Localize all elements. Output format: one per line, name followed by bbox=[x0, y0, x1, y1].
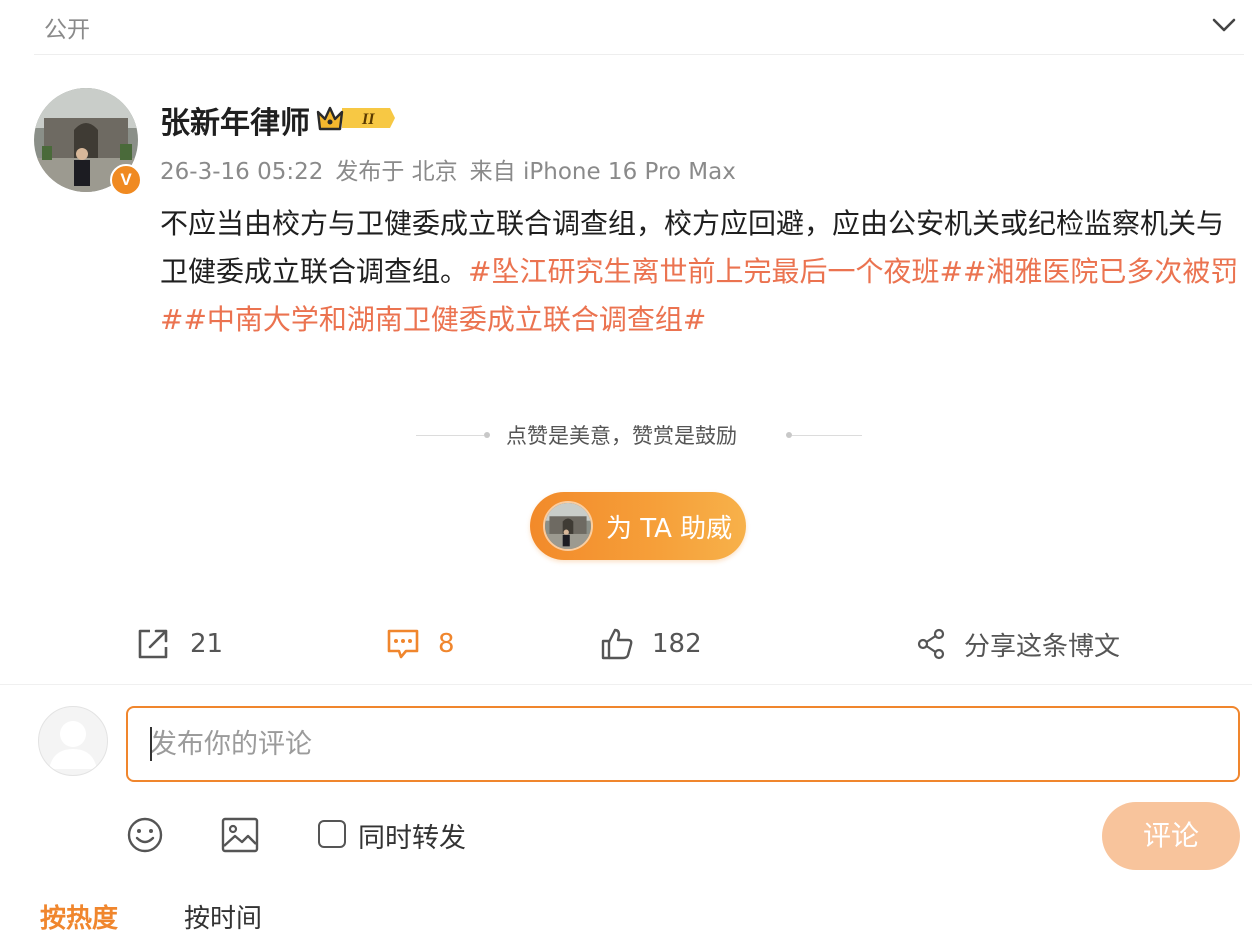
comment-count: 8 bbox=[438, 629, 455, 659]
share-label: 分享这条博文 bbox=[964, 631, 1121, 662]
submit-comment-button[interactable]: 评论 bbox=[1102, 802, 1240, 870]
divider bbox=[34, 54, 1244, 55]
repost-button[interactable]: 21 bbox=[136, 622, 223, 666]
post-meta: 26-3-16 05:22 发布于 北京 来自 iPhone 16 Pro Max bbox=[160, 152, 748, 186]
hashtag-link[interactable]: #坠江研究生离世前上完最后一个夜班# bbox=[468, 255, 963, 288]
thumbs-up-icon bbox=[601, 628, 633, 660]
divider-line bbox=[416, 435, 484, 436]
divider-line bbox=[792, 435, 862, 436]
divider-dot bbox=[484, 432, 490, 438]
current-user-avatar[interactable] bbox=[38, 706, 108, 776]
hashtag-link[interactable]: #中南大学和湖南卫健委成立联合调查组# bbox=[183, 303, 706, 336]
visibility-label[interactable]: 公开 bbox=[44, 10, 90, 44]
author-avatar-small bbox=[543, 501, 593, 551]
support-button[interactable]: 为 TA 助威 bbox=[530, 492, 746, 560]
repost-checkbox[interactable] bbox=[318, 820, 346, 848]
emoji-icon[interactable] bbox=[126, 816, 164, 854]
badge-level-text: II bbox=[361, 111, 375, 128]
reward-tagline: 点赞是美意，赞赏是鼓励 bbox=[506, 424, 737, 448]
comment-input[interactable] bbox=[126, 706, 1240, 782]
post-source: 来自 iPhone 16 Pro Max bbox=[469, 159, 736, 185]
sort-by-time-tab[interactable]: 按时间 bbox=[184, 898, 262, 935]
repost-icon bbox=[138, 629, 168, 659]
verified-badge-icon: V bbox=[110, 164, 142, 196]
post-body: 不应当由校方与卫健委成立联合调查组，校方应回避，应由公安机关或纪检监察机关与卫健… bbox=[160, 200, 1244, 344]
repost-count: 21 bbox=[190, 629, 224, 659]
comment-button[interactable]: 8 bbox=[386, 622, 455, 666]
divider bbox=[0, 684, 1252, 685]
like-button[interactable]: 182 bbox=[600, 622, 702, 666]
post-time[interactable]: 26-3-16 05:22 bbox=[160, 159, 323, 185]
author-name[interactable]: 张新年律师 bbox=[160, 98, 310, 142]
share-icon bbox=[917, 628, 945, 660]
post-location: 发布于 北京 bbox=[335, 159, 458, 185]
comment-icon bbox=[387, 629, 419, 659]
crown-badge-icon[interactable]: II bbox=[316, 102, 396, 134]
support-button-label: 为 TA 助威 bbox=[606, 514, 733, 544]
repost-checkbox-label[interactable]: 同时转发 bbox=[358, 816, 466, 855]
share-button[interactable]: 分享这条博文 bbox=[916, 622, 1120, 666]
image-icon[interactable] bbox=[220, 816, 260, 854]
sort-by-hot-tab[interactable]: 按热度 bbox=[40, 898, 118, 935]
chevron-down-icon[interactable] bbox=[1208, 10, 1240, 38]
like-count: 182 bbox=[652, 629, 702, 659]
text-cursor bbox=[150, 727, 152, 761]
